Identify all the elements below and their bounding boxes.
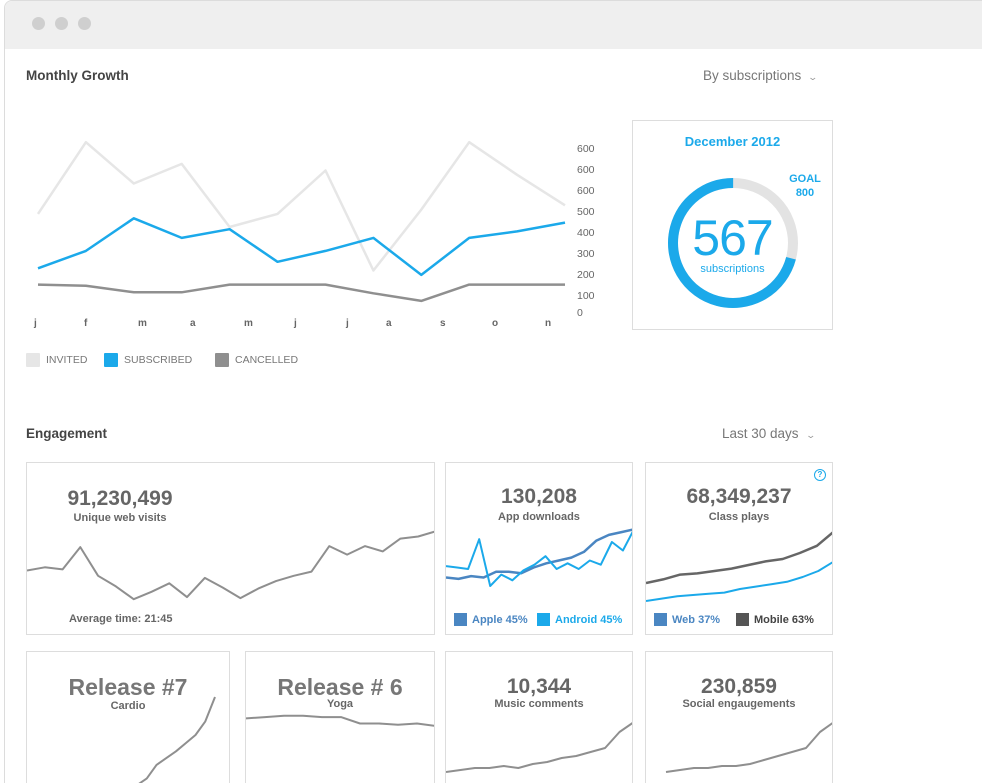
release7-title: Release #7 <box>68 674 188 700</box>
x-month-label: n <box>545 318 552 329</box>
legend-web-swatch <box>654 613 667 626</box>
legend-subscribed-label: SUBSCRIBED <box>124 354 193 366</box>
subscribed-line <box>37 217 566 277</box>
release6-label: Yoga <box>326 698 354 710</box>
x-month-label: m <box>244 318 253 329</box>
release7-card[interactable]: Release #7 Cardio <box>26 651 230 783</box>
x-month-label: j <box>346 318 349 329</box>
x-month-label: a <box>386 318 392 329</box>
goal-card: December 2012 GOAL 800 567 subscriptions <box>632 120 833 330</box>
legend-subscribed-swatch <box>104 353 118 367</box>
music-comments-card[interactable]: 10,344 Music comments <box>445 651 633 783</box>
y-tick-label: 500 <box>577 206 595 218</box>
app-downloads-label: App downloads <box>498 511 580 523</box>
help-icon[interactable]: ? <box>814 469 826 481</box>
release6-title: Release # 6 <box>277 674 403 700</box>
web-visits-value: 91,230,499 <box>67 487 173 510</box>
class-plays-value: 68,349,237 <box>686 485 792 508</box>
chevron-down-icon: ⌄ <box>805 430 816 440</box>
release7-sparkline <box>138 696 216 783</box>
app-downloads-card[interactable]: 130,208 App downloads Apple 45% Android … <box>445 462 633 635</box>
music-comments-value: 10,344 <box>506 675 572 698</box>
x-month-label: s <box>440 318 446 329</box>
engagement-filter-label: Last 30 days <box>722 426 799 441</box>
legend-invited-swatch <box>26 353 40 367</box>
legend-cancelled-label: CANCELLED <box>235 354 299 366</box>
web-visits-line <box>27 530 434 601</box>
music-comments-line <box>446 722 632 773</box>
legend-web: Web 37% <box>654 613 720 626</box>
legend-web-label: Web 37% <box>672 613 721 626</box>
y-tick-label: 200 <box>577 269 595 281</box>
legend-invited: INVITED <box>26 353 87 367</box>
class-plays-label: Class plays <box>708 511 770 523</box>
app-downloads-value: 130,208 <box>501 485 577 508</box>
y-tick-label: 600 <box>577 143 595 155</box>
x-month-label: j <box>34 318 37 329</box>
music-comments-sparkline <box>446 722 632 773</box>
x-month-label: f <box>84 318 88 329</box>
y-tick-label: 0 <box>577 307 583 319</box>
release6-line <box>246 714 434 727</box>
engagement-filter-dropdown[interactable]: Last 30 days ⌄ <box>722 426 816 441</box>
legend-apple: Apple 45% <box>454 613 528 626</box>
legend-cancelled: CANCELLED <box>215 353 298 367</box>
social-engagements-line <box>665 722 832 773</box>
goal-label: GOAL <box>789 173 821 185</box>
social-engagements-card[interactable]: 230,859 Social engaugements <box>645 651 833 783</box>
legend-apple-label: Apple 45% <box>472 613 528 626</box>
legend-mobile: Mobile 63% <box>736 613 814 626</box>
legend-android-label: Android 45% <box>555 613 623 626</box>
y-tick-label: 100 <box>577 290 595 302</box>
y-tick-label: 600 <box>577 164 595 176</box>
release6-sparkline <box>246 714 434 727</box>
release6-card[interactable]: Release # 6 Yoga <box>245 651 435 783</box>
class-plays-card[interactable]: ? 68,349,237 Class plays Web 37% Mobile … <box>645 462 833 635</box>
x-month-label: a <box>190 318 196 329</box>
web-visits-card[interactable]: 91,230,499 Unique web visits Average tim… <box>26 462 435 635</box>
legend-cancelled-swatch <box>215 353 229 367</box>
x-month-label: j <box>294 318 297 329</box>
legend-mobile-label: Mobile 63% <box>754 613 814 626</box>
x-month-label: m <box>138 318 147 329</box>
invited-line <box>36 140 566 272</box>
social-engagements-value: 230,859 <box>701 675 777 698</box>
y-tick-label: 600 <box>577 185 595 197</box>
release7-label: Cardio <box>110 700 146 712</box>
average-time: Average time: 21:45 <box>69 613 173 625</box>
legend-invited-label: INVITED <box>46 354 88 366</box>
legend-subscribed: SUBSCRIBED <box>104 353 192 367</box>
y-tick-label: 300 <box>577 248 595 260</box>
engagement-title: Engagement <box>26 426 108 441</box>
legend-android-swatch <box>537 613 550 626</box>
goal-value: 800 <box>795 187 815 199</box>
goal-unit: subscriptions <box>700 263 765 275</box>
web-visits-label: Unique web visits <box>73 512 167 524</box>
y-tick-label: 400 <box>577 227 595 239</box>
cancelled-line <box>37 283 565 303</box>
social-engagements-sparkline <box>665 722 832 773</box>
x-month-label: o <box>492 318 499 329</box>
legend-apple-swatch <box>454 613 467 626</box>
social-engagements-label: Social engaugements <box>682 698 796 710</box>
goal-current-value: 567 <box>692 210 773 266</box>
goal-target: GOAL 800 <box>785 172 825 200</box>
music-comments-label: Music comments <box>494 698 584 710</box>
legend-mobile-swatch <box>736 613 749 626</box>
legend-android: Android 45% <box>537 613 622 626</box>
